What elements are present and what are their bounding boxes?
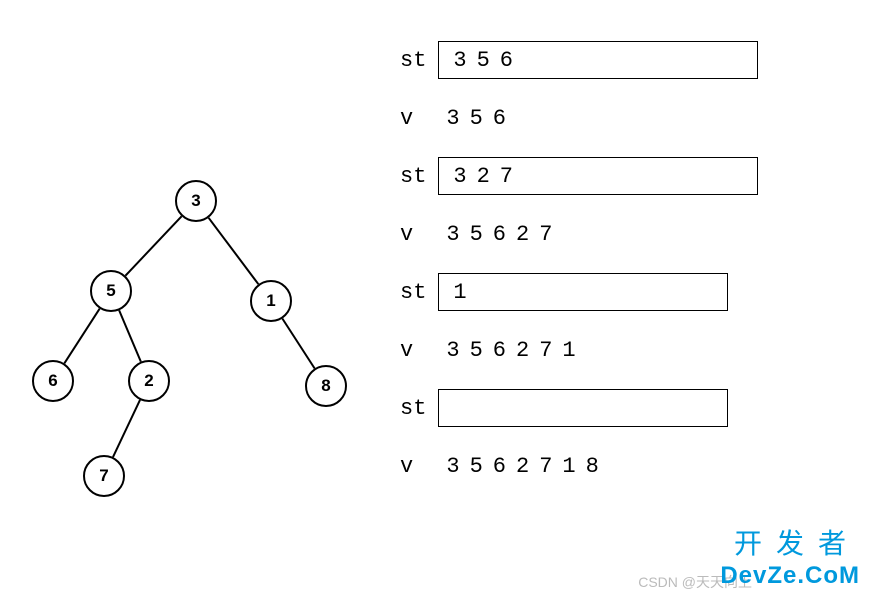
watermark-cn: 开发者 xyxy=(720,522,860,562)
visited-row: v 3562718 xyxy=(400,454,860,478)
tree-node-1: 1 xyxy=(250,280,292,322)
visited-row: v 356 xyxy=(400,106,860,130)
stack-label: st xyxy=(400,396,426,421)
stack-row-3: st xyxy=(400,388,860,428)
visited-row: v 356271 xyxy=(400,338,860,362)
visited-row: v 35627 xyxy=(400,222,860,246)
watermark-en: DevZe.CoM xyxy=(720,562,860,590)
tree-node-2: 2 xyxy=(128,360,170,402)
tree-edges xyxy=(20,170,370,530)
tree-node-8: 8 xyxy=(305,365,347,407)
stack-box-2: 1 xyxy=(438,273,728,311)
stack-box-0: 356 xyxy=(438,41,758,79)
tree-node-3: 3 xyxy=(175,180,217,222)
tree-diagram: 3 5 1 6 2 8 7 xyxy=(20,170,370,530)
stack-row-0: st 356 xyxy=(400,40,860,80)
stack-row-1: st 327 xyxy=(400,156,860,196)
stack-label: st xyxy=(400,164,426,189)
tree-node-5: 5 xyxy=(90,270,132,312)
traversal-steps: st 356 v 356 st 327 v 35627 st 1 v 356271 st v 356… xyxy=(400,40,860,504)
stack-box-1: 327 xyxy=(438,157,758,195)
stack-row-2: st 1 xyxy=(400,272,860,312)
stack-box-3 xyxy=(438,389,728,427)
tree-node-6: 6 xyxy=(32,360,74,402)
tree-node-7: 7 xyxy=(83,455,125,497)
stack-label: st xyxy=(400,280,426,305)
stack-label: st xyxy=(400,48,426,73)
watermark-logo: 开发者 DevZe.CoM xyxy=(720,522,860,590)
